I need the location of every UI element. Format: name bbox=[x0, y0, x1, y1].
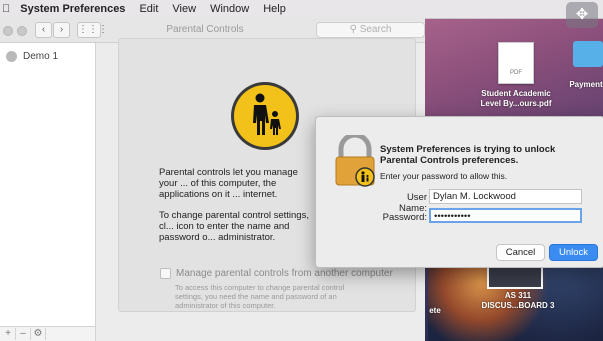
folder-icon[interactable] bbox=[573, 41, 603, 67]
password-field[interactable]: ••••••••••• bbox=[429, 208, 582, 223]
parental-controls-icon bbox=[231, 82, 299, 150]
minimize-window-icon[interactable] bbox=[17, 26, 27, 36]
pdf-file-icon[interactable]: PDF bbox=[498, 42, 534, 84]
password-label: Password: bbox=[382, 212, 427, 223]
sidebar-footer: + – ⚙ bbox=[0, 326, 95, 341]
dialog-heading: System Preferences is trying to unlock P… bbox=[380, 144, 556, 166]
add-user-button[interactable]: + bbox=[1, 328, 16, 340]
unlock-dialog: System Preferences is trying to unlock P… bbox=[315, 116, 603, 268]
manage-remote-label: Manage parental controls from another co… bbox=[176, 268, 393, 279]
username-field[interactable]: Dylan M. Lockwood bbox=[429, 189, 582, 204]
gear-icon[interactable]: ⚙ bbox=[31, 328, 46, 340]
user-avatar bbox=[6, 51, 17, 62]
manage-remote-row[interactable]: Manage parental controls from another co… bbox=[160, 268, 393, 279]
manage-remote-checkbox[interactable] bbox=[160, 268, 171, 279]
search-input[interactable]: ⚲ Search bbox=[316, 22, 425, 38]
desktop-file-label[interactable]: Student Academic Level By...ours.pdf bbox=[476, 89, 556, 109]
search-icon: ⚲ bbox=[349, 24, 357, 35]
dialog-instructions: Enter your password to allow this. bbox=[380, 171, 508, 181]
menu-bar:  System Preferences Edit View Window He… bbox=[0, 0, 603, 19]
search-placeholder: Search bbox=[359, 24, 392, 35]
menu-help[interactable]: Help bbox=[263, 3, 286, 15]
move-icon[interactable]: ✥ bbox=[566, 2, 598, 28]
back-button[interactable]: ‹ bbox=[35, 22, 52, 38]
desktop-file-label[interactable]: ete bbox=[425, 306, 445, 316]
change-settings-text: To change parental control settings, cl.… bbox=[159, 210, 309, 243]
unlock-button[interactable]: Unlock bbox=[549, 244, 598, 261]
remove-user-button[interactable]: – bbox=[16, 328, 31, 340]
cancel-button[interactable]: Cancel bbox=[496, 244, 545, 261]
menu-app[interactable]: System Preferences bbox=[20, 3, 125, 15]
manage-remote-note: To access this computer to change parent… bbox=[175, 283, 345, 310]
desktop-file-label[interactable]: AS 311 DISCUS...BOARD 3 bbox=[478, 291, 558, 311]
lock-icon bbox=[335, 135, 375, 187]
user-name-label: Demo 1 bbox=[23, 51, 59, 62]
sidebar-item-user[interactable]: Demo 1 bbox=[6, 51, 58, 62]
user-sidebar: Demo 1 + – ⚙ bbox=[0, 43, 96, 341]
username-label: User Name: bbox=[399, 192, 427, 214]
intro-text: Parental controls let you manage your ..… bbox=[159, 167, 298, 200]
apple-icon[interactable]:  bbox=[2, 3, 10, 15]
window-title: Parental Controls bbox=[166, 24, 244, 35]
show-all-grid-icon[interactable]: ⋮⋮⋮ bbox=[77, 22, 108, 38]
close-window-icon[interactable] bbox=[3, 26, 13, 36]
forward-button[interactable]: › bbox=[53, 22, 70, 38]
menu-window[interactable]: Window bbox=[210, 3, 249, 15]
desktop-folder-label[interactable]: Payment bbox=[566, 80, 603, 90]
menu-edit[interactable]: Edit bbox=[139, 3, 158, 15]
pdf-badge: PDF bbox=[510, 70, 522, 76]
menu-view[interactable]: View bbox=[172, 3, 196, 15]
